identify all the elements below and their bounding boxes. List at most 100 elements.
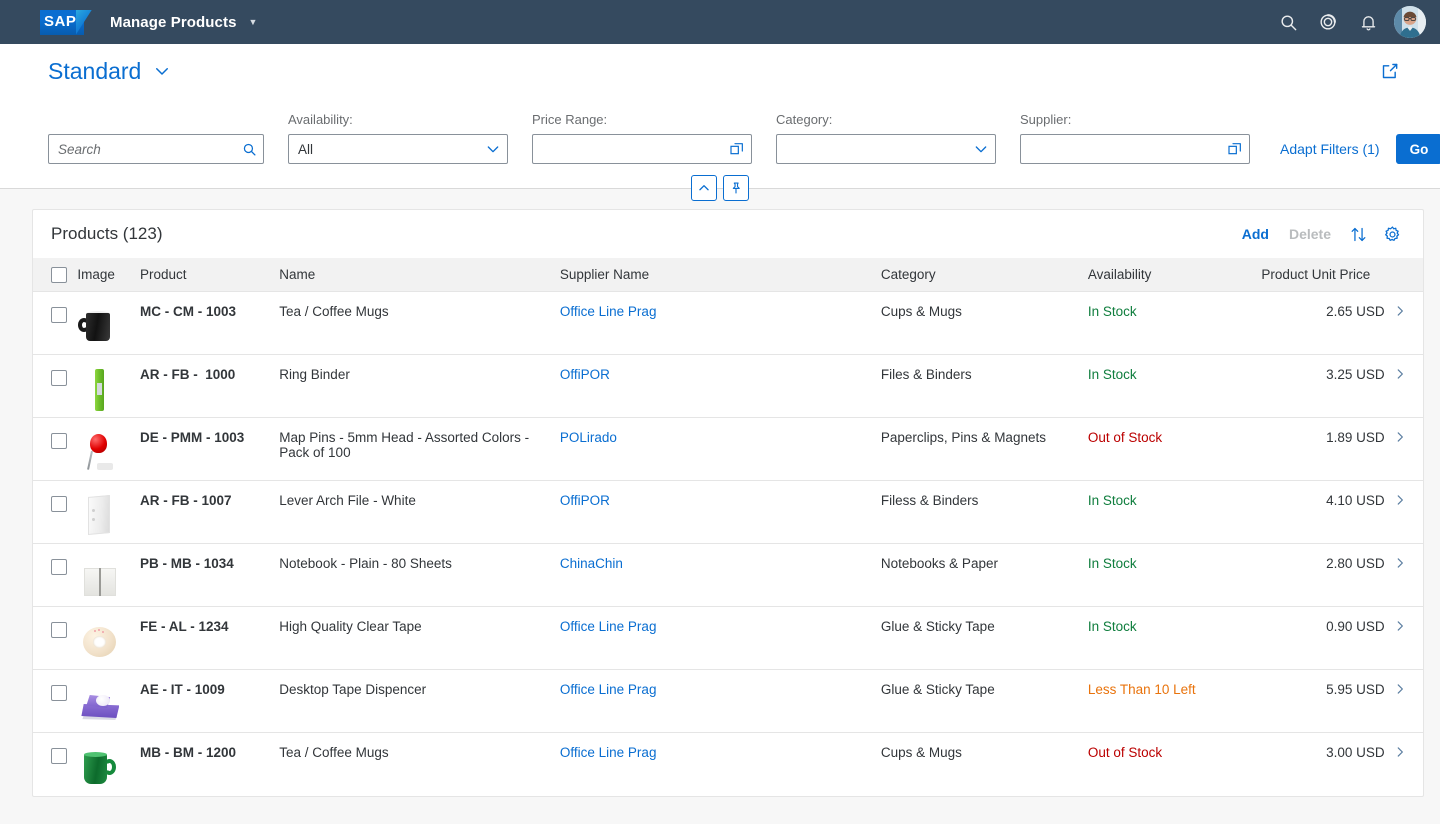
row-checkbox[interactable] xyxy=(51,685,67,701)
product-id: AR - FB - 1007 xyxy=(140,493,232,508)
availability-select[interactable]: All xyxy=(288,134,508,164)
table-row[interactable]: DE - PMM - 1003Map Pins - 5mm Head - Ass… xyxy=(33,418,1423,481)
value-help-icon[interactable] xyxy=(1227,141,1243,157)
table-body: MC - CM - 1003Tea / Coffee MugsOffice Li… xyxy=(33,292,1423,796)
product-category: Files & Binders xyxy=(881,367,972,382)
sap-logo[interactable]: SAP xyxy=(40,10,92,35)
sort-icon[interactable] xyxy=(1341,217,1375,251)
table-row[interactable]: AR - FB - 1000Ring BinderOffiPORFiles & … xyxy=(33,355,1423,418)
row-navigation-icon[interactable] xyxy=(1393,556,1423,570)
add-button[interactable]: Add xyxy=(1232,226,1279,242)
chevron-down-icon xyxy=(153,62,171,80)
search-input-wrap[interactable] xyxy=(48,134,264,164)
supplier-link[interactable]: Office Line Prag xyxy=(560,619,657,634)
row-checkbox[interactable] xyxy=(51,559,67,575)
search-field xyxy=(48,112,264,164)
product-name: Desktop Tape Dispencer xyxy=(279,682,426,697)
row-checkbox[interactable] xyxy=(51,496,67,512)
bell-icon[interactable] xyxy=(1348,2,1388,42)
product-unit-price: 2.65 USD xyxy=(1326,304,1393,319)
row-navigation-icon[interactable] xyxy=(1393,682,1423,696)
product-unit-price: 1.89 USD xyxy=(1326,430,1393,445)
category-select[interactable] xyxy=(776,134,996,164)
select-all-checkbox[interactable] xyxy=(51,267,67,283)
search-icon[interactable] xyxy=(242,142,257,157)
supplier-link[interactable]: POLirado xyxy=(560,430,617,445)
column-name[interactable]: Name xyxy=(279,258,560,292)
adapt-filters-button[interactable]: Adapt Filters (1) xyxy=(1280,141,1380,157)
product-unit-price: 5.95 USD xyxy=(1326,682,1393,697)
supplier-link[interactable]: Office Line Prag xyxy=(560,304,657,319)
product-id: AE - IT - 1009 xyxy=(140,682,225,697)
supplier-field: Supplier: xyxy=(1020,112,1250,164)
user-avatar[interactable] xyxy=(1394,6,1426,38)
supplier-link[interactable]: OffiPOR xyxy=(560,493,610,508)
product-id: MB - BM - 1200 xyxy=(140,745,236,760)
availability-status: In Stock xyxy=(1088,367,1137,382)
chevron-down-icon[interactable] xyxy=(485,141,501,157)
supplier-link[interactable]: Office Line Prag xyxy=(560,745,657,760)
table-row[interactable]: MC - CM - 1003Tea / Coffee MugsOffice Li… xyxy=(33,292,1423,355)
variant-selector[interactable]: Standard xyxy=(48,58,171,85)
column-supplier-name[interactable]: Supplier Name xyxy=(560,258,881,292)
price-range-input-wrap[interactable] xyxy=(532,134,752,164)
price-range-input[interactable] xyxy=(542,142,729,157)
row-navigation-icon[interactable] xyxy=(1393,493,1423,507)
product-name: Ring Binder xyxy=(279,367,350,382)
table-row[interactable]: FE - AL - 1234High Quality Clear TapeOff… xyxy=(33,607,1423,670)
availability-status: In Stock xyxy=(1088,556,1137,571)
table-row[interactable]: AE - IT - 1009 Desktop Tape Dispencer Offi… xyxy=(33,670,1423,733)
supplier-link[interactable]: OffiPOR xyxy=(560,367,610,382)
shell-header: SAP Manage Products ▼ xyxy=(0,0,1440,44)
column-product[interactable]: Product xyxy=(140,258,279,292)
product-id: DE - PMM - 1003 xyxy=(140,430,244,445)
row-checkbox[interactable] xyxy=(51,433,67,449)
column-category[interactable]: Category xyxy=(881,258,1088,292)
column-image[interactable]: Image xyxy=(77,258,140,292)
table-header: Image Product Name Supplier Name Categor… xyxy=(33,258,1423,292)
supplier-link[interactable]: Office Line Prag xyxy=(560,682,657,697)
page-body: Products (123) Add Delete xyxy=(0,189,1440,797)
gear-icon[interactable] xyxy=(1375,217,1409,251)
table-row[interactable]: MB - BM - 1200 Tea / Coffee Mugs Office Li… xyxy=(33,733,1423,796)
row-checkbox[interactable] xyxy=(51,307,67,323)
supplier-input[interactable] xyxy=(1030,142,1227,157)
supplier-link[interactable]: ChinaChin xyxy=(560,556,623,571)
row-checkbox[interactable] xyxy=(51,622,67,638)
page-title: Standard xyxy=(48,58,141,85)
row-navigation-icon[interactable] xyxy=(1393,745,1423,759)
chevron-down-icon[interactable]: ▼ xyxy=(249,18,258,27)
column-nav xyxy=(1393,258,1423,292)
row-navigation-icon[interactable] xyxy=(1393,367,1423,381)
row-navigation-icon[interactable] xyxy=(1393,304,1423,318)
filter-actions: Adapt Filters (1) Go xyxy=(1280,134,1440,164)
column-product-unit-price[interactable]: Product Unit Price xyxy=(1261,258,1392,292)
row-checkbox[interactable] xyxy=(51,748,67,764)
value-help-icon[interactable] xyxy=(729,141,745,157)
copilot-icon[interactable] xyxy=(1308,2,1348,42)
product-category: Glue & Sticky Tape xyxy=(881,619,995,634)
chevron-up-icon[interactable] xyxy=(691,175,717,201)
row-navigation-icon[interactable] xyxy=(1393,430,1423,444)
product-name: Notebook - Plain - 80 Sheets xyxy=(279,556,452,571)
availability-label: Availability: xyxy=(288,112,508,128)
availability-value: All xyxy=(298,142,485,157)
product-name: Tea / Coffee Mugs xyxy=(279,745,388,760)
row-navigation-icon[interactable] xyxy=(1393,619,1423,633)
filter-bar-toggles xyxy=(691,175,749,201)
share-icon[interactable] xyxy=(1380,61,1400,81)
pin-icon[interactable] xyxy=(723,175,749,201)
column-availability[interactable]: Availability xyxy=(1088,258,1262,292)
search-input[interactable] xyxy=(58,142,242,157)
product-unit-price: 2.80 USD xyxy=(1326,556,1393,571)
supplier-input-wrap[interactable] xyxy=(1020,134,1250,164)
table-row[interactable]: PB - MB - 1034Notebook - Plain - 80 Shee… xyxy=(33,544,1423,607)
table-row[interactable]: AR - FB - 1007Lever Arch File - WhiteOff… xyxy=(33,481,1423,544)
go-button[interactable]: Go xyxy=(1396,134,1440,164)
row-checkbox[interactable] xyxy=(51,370,67,386)
table-header-row: Image Product Name Supplier Name Categor… xyxy=(33,258,1423,292)
search-icon[interactable] xyxy=(1268,2,1308,42)
product-category: Paperclips, Pins & Magnets xyxy=(881,430,1046,445)
chevron-down-icon[interactable] xyxy=(973,141,989,157)
page-title-bar: Standard xyxy=(0,44,1440,98)
